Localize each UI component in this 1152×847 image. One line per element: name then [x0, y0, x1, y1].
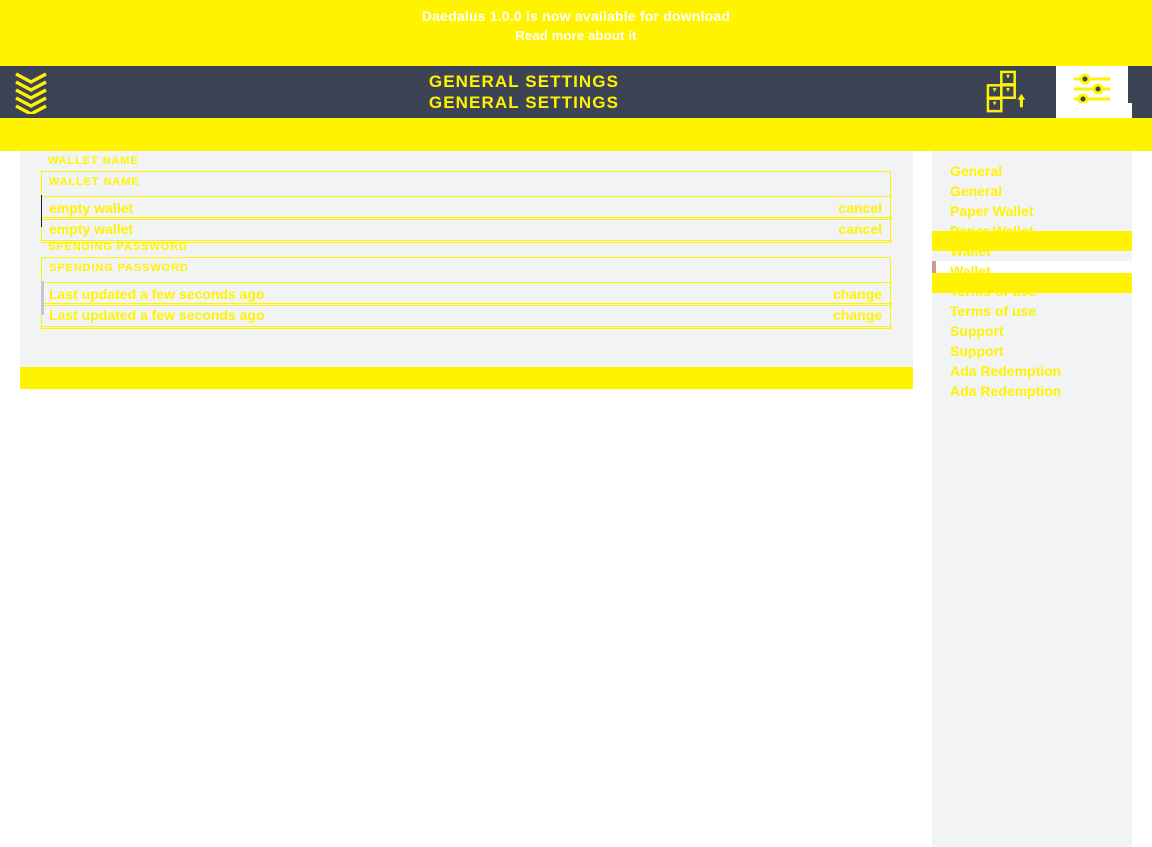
spending-password-row-duplicate[interactable]: Last updated a few seconds ago change — [42, 303, 892, 327]
page-title-text: GENERAL SETTINGS — [428, 72, 620, 91]
content-bottom-bar — [20, 367, 913, 389]
news-banner-line-2[interactable]: Read more about it — [515, 26, 636, 46]
wallet-name-cancel-button[interactable]: cancel — [838, 200, 882, 216]
spending-password-input-label: SPENDING PASSWORD — [49, 262, 189, 274]
sidebar-item-terms-of-use[interactable]: Terms of use — [932, 281, 1132, 301]
spending-password-section-label: SPENDING PASSWORD — [48, 241, 188, 253]
sidebar-item-label: Paper Wallet — [950, 223, 1034, 239]
sidebar-top-strip — [932, 118, 1132, 151]
app-root: Daedalus 1.0.0 is now available for down… — [0, 0, 1152, 847]
sidebar-item-label: General — [950, 183, 1003, 199]
settings-sidebar: General General Paper Wallet Paper Walle… — [932, 151, 1132, 847]
sidebar-item-paper-wallet-duplicate[interactable]: Paper Wallet — [932, 221, 1132, 241]
sidebar-item-paper-wallet[interactable]: Paper Wallet — [932, 201, 1132, 221]
wallet-nav-button[interactable] — [986, 70, 1030, 113]
wallet-name-cancel-button-duplicate[interactable]: cancel — [838, 221, 882, 237]
sidebar-item-wallet[interactable]: Wallet — [932, 241, 1132, 261]
sidebar-item-terms-of-use-duplicate[interactable]: Terms of use — [932, 301, 1132, 321]
sidebar-item-label: Wallet — [950, 243, 991, 259]
wallet-name-input-value[interactable]: empty wallet — [49, 200, 133, 216]
sidebar-item-general[interactable]: General — [932, 161, 1132, 181]
wallet-name-row-duplicate[interactable]: empty wallet cancel — [42, 217, 892, 241]
page-title: GENERAL SETTINGS GENERAL SETTINGS — [62, 71, 986, 113]
wallet-name-field-group: WALLET NAME empty wallet cancel empty wa… — [41, 171, 892, 243]
active-tab-notch — [1060, 103, 1132, 118]
page-title-text-duplicate: GENERAL SETTINGS — [428, 93, 620, 112]
spending-password-status: Last updated a few seconds ago — [49, 286, 265, 302]
sidebar-item-wallet-active[interactable]: Wallet — [932, 261, 1132, 281]
wallet-name-section-label: WALLET NAME — [48, 155, 139, 167]
sidebar-item-ada-redemption[interactable]: Ada Redemption — [932, 361, 1132, 381]
sidebar-item-label: Support — [950, 343, 1004, 359]
sidebar-item-label: Paper Wallet — [950, 203, 1034, 219]
spending-password-field-group: SPENDING PASSWORD Last updated a few sec… — [41, 257, 892, 329]
app-logo[interactable] — [0, 66, 62, 118]
sidebar-item-label: Terms of use — [950, 303, 1037, 319]
sidebar-item-general-duplicate[interactable]: General — [932, 181, 1132, 201]
settings-content-pane: WALLET NAME WALLET NAME empty wallet can… — [20, 151, 913, 389]
spending-password-change-button[interactable]: change — [833, 286, 882, 302]
wallet-name-focus-indicator — [41, 195, 42, 227]
sidebar-item-support[interactable]: Support — [932, 321, 1132, 341]
sidebar-item-support-duplicate[interactable]: Support — [932, 341, 1132, 361]
wallet-name-input-label: WALLET NAME — [49, 176, 140, 188]
sidebar-item-label: General — [950, 163, 1003, 179]
sidebar-item-label: Ada Redemption — [950, 383, 1062, 399]
spending-password-change-button-duplicate[interactable]: change — [833, 307, 882, 323]
sidebar-item-label: Ada Redemption — [950, 363, 1062, 379]
spending-password-focus-indicator — [41, 281, 44, 315]
daedalus-logo-icon — [15, 72, 47, 114]
sidebar-item-label: Terms of use — [950, 283, 1037, 299]
wallet-name-input-value-duplicate[interactable]: empty wallet — [49, 221, 133, 237]
news-banner-line-1: Daedalus 1.0.0 is now available for down… — [421, 8, 731, 24]
settings-sidebar-list: General General Paper Wallet Paper Walle… — [932, 151, 1132, 401]
sidebar-item-label: Support — [950, 323, 1004, 339]
wallet-grid-icon — [986, 70, 1026, 113]
sidebar-item-label: Wallet — [950, 263, 991, 279]
news-banner: Daedalus 1.0.0 is now available for down… — [0, 0, 1152, 71]
spending-password-status-duplicate: Last updated a few seconds ago — [49, 307, 265, 323]
sidebar-item-ada-redemption-duplicate[interactable]: Ada Redemption — [932, 381, 1132, 401]
top-navigation-bar: GENERAL SETTINGS GENERAL SETTINGS — [0, 66, 1152, 118]
